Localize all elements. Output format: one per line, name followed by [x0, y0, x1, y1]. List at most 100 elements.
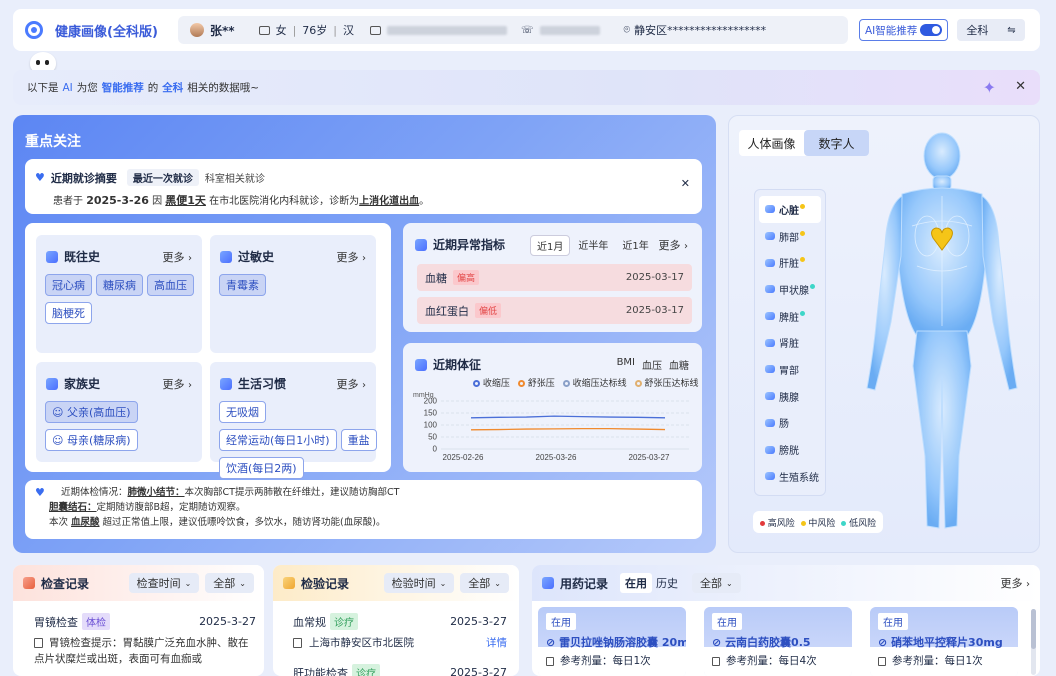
chevron-down-icon: ⌄: [494, 578, 501, 588]
family-history-more-button[interactable]: 更多 ›: [163, 376, 193, 392]
past-history-title: 既往史: [64, 250, 101, 264]
banner-dept: 全科: [162, 82, 184, 94]
banner-text: 为您: [76, 82, 98, 94]
ai-toggle-label: AI智能推荐: [865, 24, 918, 37]
banner-rec: 智能推荐: [101, 82, 144, 94]
y-tick-label: 200: [424, 397, 438, 406]
period-1y[interactable]: 近1年: [616, 235, 654, 256]
close-icon[interactable]: ✕: [681, 177, 690, 190]
medication-item[interactable]: 在用 ⊘ 雷贝拉唑钠肠溶胶囊 20mg 参考剂量：每日1次: [538, 607, 686, 676]
organ-item[interactable]: 脾脏: [759, 303, 821, 330]
lab-detail-link[interactable]: 详情: [486, 635, 507, 650]
med-more-button[interactable]: 更多 ›: [1001, 575, 1031, 591]
organ-item[interactable]: 生殖系统: [759, 463, 821, 490]
period-6m[interactable]: 近半年: [572, 235, 614, 256]
human-body-figure[interactable]: [847, 126, 1037, 546]
lab-filter-select[interactable]: 全部 ⌄: [460, 573, 509, 593]
past-history-tag[interactable]: 冠心病: [45, 274, 92, 296]
organ-label: 肠: [779, 419, 789, 431]
tab-med-current[interactable]: 在用: [620, 573, 653, 593]
lab-record-item[interactable]: 血常规 诊疗 2025-3-27: [293, 613, 507, 630]
med-filter-select[interactable]: 全部 ⌄: [692, 573, 741, 593]
organ-item[interactable]: 心脏: [759, 196, 821, 223]
document-icon: [415, 238, 427, 251]
tab-dept-visit[interactable]: 科室相关就诊: [205, 170, 265, 185]
organ-item[interactable]: 膀胱: [759, 436, 821, 463]
abnormal-indicators-card: 近期异常指标 近1月 近半年 近1年 更多 › 血糖 偏高 2025-03-17…: [403, 223, 702, 332]
abnormal-more-button[interactable]: 更多 ›: [659, 237, 689, 253]
lab-item-hospital: 上海市静安区市北医院: [309, 637, 414, 649]
tab-med-history[interactable]: 历史: [656, 575, 678, 591]
lab-records-card: 检验记录 检验时间 ⌄ 全部 ⌄ 血常规 诊疗 2025-3-27 上海市静安区市北…: [273, 565, 519, 676]
lab-item-name: 肝功能检查: [293, 666, 348, 676]
vitals-card: 近期体征 BMI 血压 血糖 收缩压 舒张压 收缩压达标线 舒张压达标线 mmH…: [403, 343, 702, 472]
organ-icon: [765, 365, 775, 374]
past-history-more-button[interactable]: 更多 ›: [163, 249, 193, 265]
lifestyle-more-button[interactable]: 更多 ›: [337, 376, 367, 392]
lifestyle-tag[interactable]: 无吸烟: [219, 401, 266, 423]
toggle-switch[interactable]: [920, 24, 942, 36]
past-history-card: 既往史 更多 › 冠心病 糖尿病 高血压 脑梗死: [36, 235, 202, 353]
organ-item[interactable]: 肝脏: [759, 249, 821, 276]
family-history-tag[interactable]: ☺ 父亲(高血压): [45, 401, 138, 423]
organ-label: 胰腺: [779, 392, 799, 404]
exam-filter-select[interactable]: 全部 ⌄: [205, 573, 254, 593]
patient-name: 张**: [210, 23, 235, 38]
past-history-tag[interactable]: 脑梗死: [45, 302, 92, 324]
medication-item[interactable]: 在用 ⊘ 硝苯地平控释片30mg 参考剂量：每日1次: [870, 607, 1018, 676]
close-icon[interactable]: ✕: [1015, 79, 1026, 94]
past-history-tag[interactable]: 高血压: [147, 274, 194, 296]
tab-body-portrait[interactable]: 人体画像: [739, 130, 804, 156]
tab-recent-visit[interactable]: 最近一次就诊: [126, 169, 199, 186]
med-dose-label: 参考剂量：: [560, 655, 613, 667]
organ-icon: [765, 338, 775, 347]
organ-item[interactable]: 肺部: [759, 223, 821, 250]
department-selector[interactable]: 全科 ⇋: [957, 19, 1025, 41]
lab-sort-select[interactable]: 检验时间 ⌄: [383, 573, 455, 593]
organ-item[interactable]: 胰腺: [759, 383, 821, 410]
abnormal-row[interactable]: 血糖 偏高 2025-03-17: [417, 264, 692, 291]
exam-sort-select[interactable]: 检查时间 ⌄: [128, 573, 200, 593]
x-tick-label: 2025-03-27: [629, 453, 670, 462]
chevron-down-icon: ⌄: [439, 578, 447, 588]
document-icon: [46, 250, 58, 263]
family-history-tag[interactable]: ☺ 母亲(糖尿病): [45, 429, 138, 451]
app-logo-icon: [25, 21, 43, 39]
organ-label: 膀胱: [779, 446, 799, 458]
organ-icon: [765, 232, 775, 241]
ai-recommend-toggle[interactable]: AI智能推荐: [859, 19, 948, 41]
organ-item[interactable]: 胃部: [759, 356, 821, 383]
y-tick-label: 100: [424, 421, 438, 430]
patient-age: 76岁: [302, 24, 328, 37]
organ-icon: [765, 312, 775, 321]
lab-records-title: 检验记录: [301, 576, 350, 591]
y-tick-label: 0: [433, 445, 438, 454]
organ-icon: [765, 285, 775, 294]
location-icon: ⌾: [623, 23, 631, 36]
medication-item[interactable]: 在用 ⊘ 云南白药胶囊0.5 参考剂量：每日4次: [704, 607, 852, 676]
y-tick-label: 150: [424, 409, 438, 418]
document-icon: [878, 656, 886, 666]
id-card-icon: [370, 25, 381, 35]
lifestyle-tag[interactable]: 饮酒(每日2两): [219, 457, 304, 479]
exam-record-item[interactable]: 胃镜检查 体检 2025-3-27: [34, 613, 256, 630]
organ-item[interactable]: 肠: [759, 410, 821, 437]
lifestyle-tag[interactable]: 重盐: [340, 429, 377, 451]
allergy-more-button[interactable]: 更多 ›: [337, 249, 367, 265]
exam-key: 肺微小结节：: [127, 487, 185, 498]
lifestyle-tag[interactable]: 经常运动(每日1小时): [219, 429, 337, 451]
organ-list: 心脏 肺部 肝脏 甲状腺 脾脏 肾脏 胃部胰腺肠膀胱生殖系统: [754, 189, 826, 496]
abnormal-flag-low: 偏低: [475, 303, 502, 318]
abnormal-row[interactable]: 血红蛋白 偏低 2025-03-17: [417, 297, 692, 324]
lab-record-item[interactable]: 肝功能检查 诊疗 2025-3-27: [293, 664, 507, 676]
lab-record-icon: [283, 577, 295, 589]
past-history-tag[interactable]: 糖尿病: [96, 274, 143, 296]
medication-title: 用药记录: [560, 576, 609, 591]
period-1m[interactable]: 近1月: [530, 235, 571, 256]
med-scrollbar[interactable]: [1031, 609, 1036, 675]
organ-item[interactable]: 甲状腺: [759, 276, 821, 303]
risk-dot: [841, 520, 847, 526]
organ-item[interactable]: 肾脏: [759, 329, 821, 356]
allergy-tag[interactable]: 青霉素: [219, 274, 266, 296]
heart-shield-icon: ♥: [35, 486, 45, 499]
